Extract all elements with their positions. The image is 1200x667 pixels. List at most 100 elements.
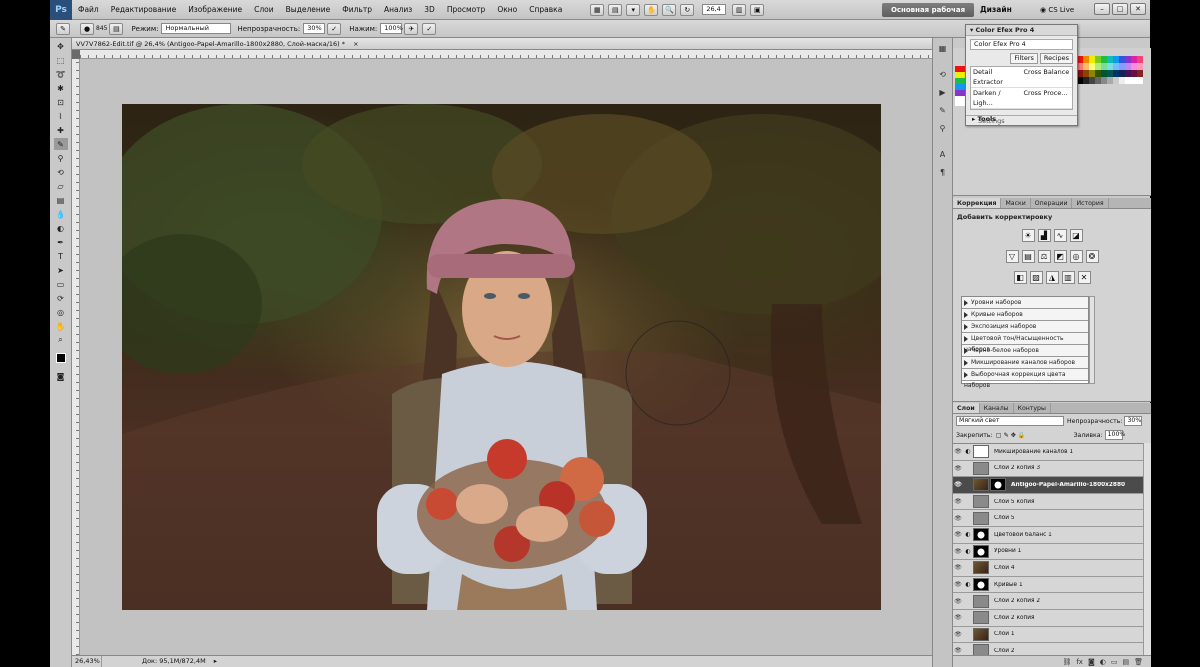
layer-thumbnail[interactable] <box>973 528 989 542</box>
visibility-eye-icon[interactable]: 👁 <box>953 614 963 621</box>
hand-tool-icon[interactable]: ✋ <box>644 3 659 16</box>
layer-row[interactable]: 👁 Antigoo-Papel-Amarillo-1800x2880 <box>953 477 1143 494</box>
brushes-panel-icon[interactable]: ✎ <box>937 106 949 118</box>
layer-row[interactable]: 👁 ◐ Уровни 1 <box>953 543 1143 561</box>
layer-thumbnail[interactable] <box>973 578 989 592</box>
foreground-color-swatch[interactable] <box>54 352 68 364</box>
vibrance-icon[interactable]: ▽ <box>1005 250 1019 263</box>
3d-orbit-tool-icon[interactable]: ◎ <box>54 306 68 318</box>
layer-thumbnail[interactable] <box>973 644 989 655</box>
channel-mixer-icon[interactable]: ❂ <box>1085 250 1099 263</box>
efex-tab-recipes[interactable]: Recipes <box>1039 53 1073 64</box>
status-menu-arrow-icon[interactable]: ▸ <box>214 656 217 667</box>
layer-row[interactable]: 👁 Слой 4 <box>953 560 1143 577</box>
rotate-view-icon[interactable]: ↻ <box>680 3 695 16</box>
quick-mask-icon[interactable]: ◙ <box>54 370 68 382</box>
exposure-icon[interactable]: ◪ <box>1069 229 1083 242</box>
layers-scrollbar[interactable] <box>1143 443 1151 655</box>
visibility-eye-icon[interactable]: 👁 <box>953 481 963 488</box>
tab-channels[interactable]: Каналы <box>980 403 1014 413</box>
extras-icon[interactable]: ▾ <box>626 3 641 16</box>
posterize-icon[interactable]: ▨ <box>1029 271 1043 284</box>
zoom-level-field[interactable]: 26,4 <box>702 4 727 15</box>
zoom-tool-icon[interactable]: 🔍 <box>662 3 677 16</box>
path-select-tool-icon[interactable]: ➤ <box>54 264 68 276</box>
efex-settings-row[interactable]: Settings <box>966 115 1077 125</box>
layer-row[interactable]: 👁 ◐ Цветовой баланс 1 <box>953 526 1143 544</box>
filter-cross-balance[interactable]: Cross Balance <box>1021 67 1072 88</box>
layer-thumbnail[interactable] <box>973 478 989 492</box>
visibility-eye-icon[interactable]: 👁 <box>953 564 963 571</box>
menu-analysis[interactable]: Анализ <box>378 5 418 14</box>
lock-all-icon[interactable]: 🔒 <box>1018 431 1026 439</box>
preset-hue-saturation[interactable]: Цветовой тон/Насыщенность наборов <box>962 333 1088 353</box>
layer-thumbnail[interactable] <box>973 461 989 475</box>
menu-file[interactable]: Файл <box>72 5 105 14</box>
bridge-icon[interactable]: ▦ <box>590 3 605 16</box>
layer-row[interactable]: 👁 Слой 5 <box>953 510 1143 527</box>
menu-3d[interactable]: 3D <box>418 5 441 14</box>
layer-thumbnail[interactable] <box>973 495 989 509</box>
gradient-map-icon[interactable]: ▥ <box>1061 271 1075 284</box>
menu-select[interactable]: Выделение <box>280 5 337 14</box>
tab-adjustments[interactable]: Коррекция <box>953 198 1002 208</box>
curves-icon[interactable]: ∿ <box>1053 229 1067 242</box>
menu-filter[interactable]: Фильтр <box>336 5 378 14</box>
new-layer-icon[interactable]: ▤ <box>1122 658 1129 666</box>
healing-brush-tool-icon[interactable]: ✚ <box>54 124 68 136</box>
menu-image[interactable]: Изображение <box>182 5 248 14</box>
character-panel-icon[interactable]: A <box>937 150 949 162</box>
type-tool-icon[interactable]: T <box>54 250 68 262</box>
tab-masks[interactable]: Маски <box>1001 198 1031 208</box>
paragraph-panel-icon[interactable]: ¶ <box>937 168 949 180</box>
filter-detail-extractor[interactable]: Detail Extractor <box>971 67 1022 88</box>
visibility-eye-icon[interactable]: 👁 <box>953 531 963 538</box>
maximize-button[interactable]: □ <box>1112 3 1128 15</box>
3d-rotate-tool-icon[interactable]: ⟳ <box>54 292 68 304</box>
layer-opacity-field[interactable]: 30% <box>1124 416 1143 426</box>
menu-help[interactable]: Справка <box>523 5 568 14</box>
blur-tool-icon[interactable]: 💧 <box>54 208 68 220</box>
flow-field[interactable]: 100% <box>380 23 403 34</box>
opacity-field[interactable]: 30% <box>303 23 326 34</box>
new-group-icon[interactable]: ▭ <box>1111 658 1118 666</box>
visibility-eye-icon[interactable]: 👁 <box>953 631 963 638</box>
size-pressure-icon[interactable]: ✓ <box>422 22 437 35</box>
quick-select-tool-icon[interactable]: ✱ <box>54 82 68 94</box>
preset-curves[interactable]: Кривые наборов <box>962 309 1088 321</box>
blend-mode-select[interactable]: Мягкий свет <box>956 416 1064 426</box>
photo-filter-icon[interactable]: ◎ <box>1069 250 1083 263</box>
preset-black-white[interactable]: Черно-белое наборов <box>962 345 1088 357</box>
document-close-icon[interactable]: × <box>353 40 358 48</box>
mode-select[interactable]: Нормальный <box>161 23 232 34</box>
layer-row[interactable]: 👁 ◐ Кривые 1 <box>953 576 1143 594</box>
preset-levels[interactable]: Уровни наборов <box>962 297 1088 309</box>
filter-darken-lighten[interactable]: Darken / Ligh... <box>971 88 1022 109</box>
link-layers-icon[interactable]: ⛓ <box>1062 658 1071 666</box>
airbrush-icon[interactable]: ✈ <box>404 22 419 35</box>
swatches-grid[interactable] <box>1077 56 1143 84</box>
tab-history[interactable]: История <box>1072 198 1109 208</box>
visibility-eye-icon[interactable]: 👁 <box>953 548 963 555</box>
visibility-eye-icon[interactable]: 👁 <box>953 598 963 605</box>
hue-saturation-icon[interactable]: ▤ <box>1021 250 1035 263</box>
eraser-tool-icon[interactable]: ▱ <box>54 180 68 192</box>
layer-mask-thumbnail[interactable] <box>990 478 1006 492</box>
screen-mode-icon[interactable]: ▣ <box>750 3 765 16</box>
fill-field[interactable]: 100% <box>1104 430 1125 440</box>
lock-transparency-icon[interactable]: ▢ <box>996 432 1002 439</box>
levels-icon[interactable]: ▟ <box>1037 229 1051 242</box>
brush-preset-icon[interactable]: ✎ <box>56 22 70 35</box>
cs-live-button[interactable]: ◉ CS Live <box>1040 3 1074 17</box>
filter-cross-processing[interactable]: Cross Proce... <box>1021 88 1072 109</box>
menu-edit[interactable]: Редактирование <box>105 5 182 14</box>
layer-row[interactable]: 👁 Слой 2 <box>953 643 1143 655</box>
status-zoom[interactable]: 26,43% <box>72 656 102 667</box>
layer-row[interactable]: 👁 Слой 5 копия <box>953 493 1143 511</box>
lock-position-icon[interactable]: ✥ <box>1011 432 1016 439</box>
new-adjustment-icon[interactable]: ◐ <box>1100 658 1106 666</box>
pen-tool-icon[interactable]: ✒ <box>54 236 68 248</box>
move-tool-icon[interactable]: ✥ <box>54 40 68 52</box>
tab-actions[interactable]: Операции <box>1031 198 1073 208</box>
dodge-tool-icon[interactable]: ◐ <box>54 222 68 234</box>
